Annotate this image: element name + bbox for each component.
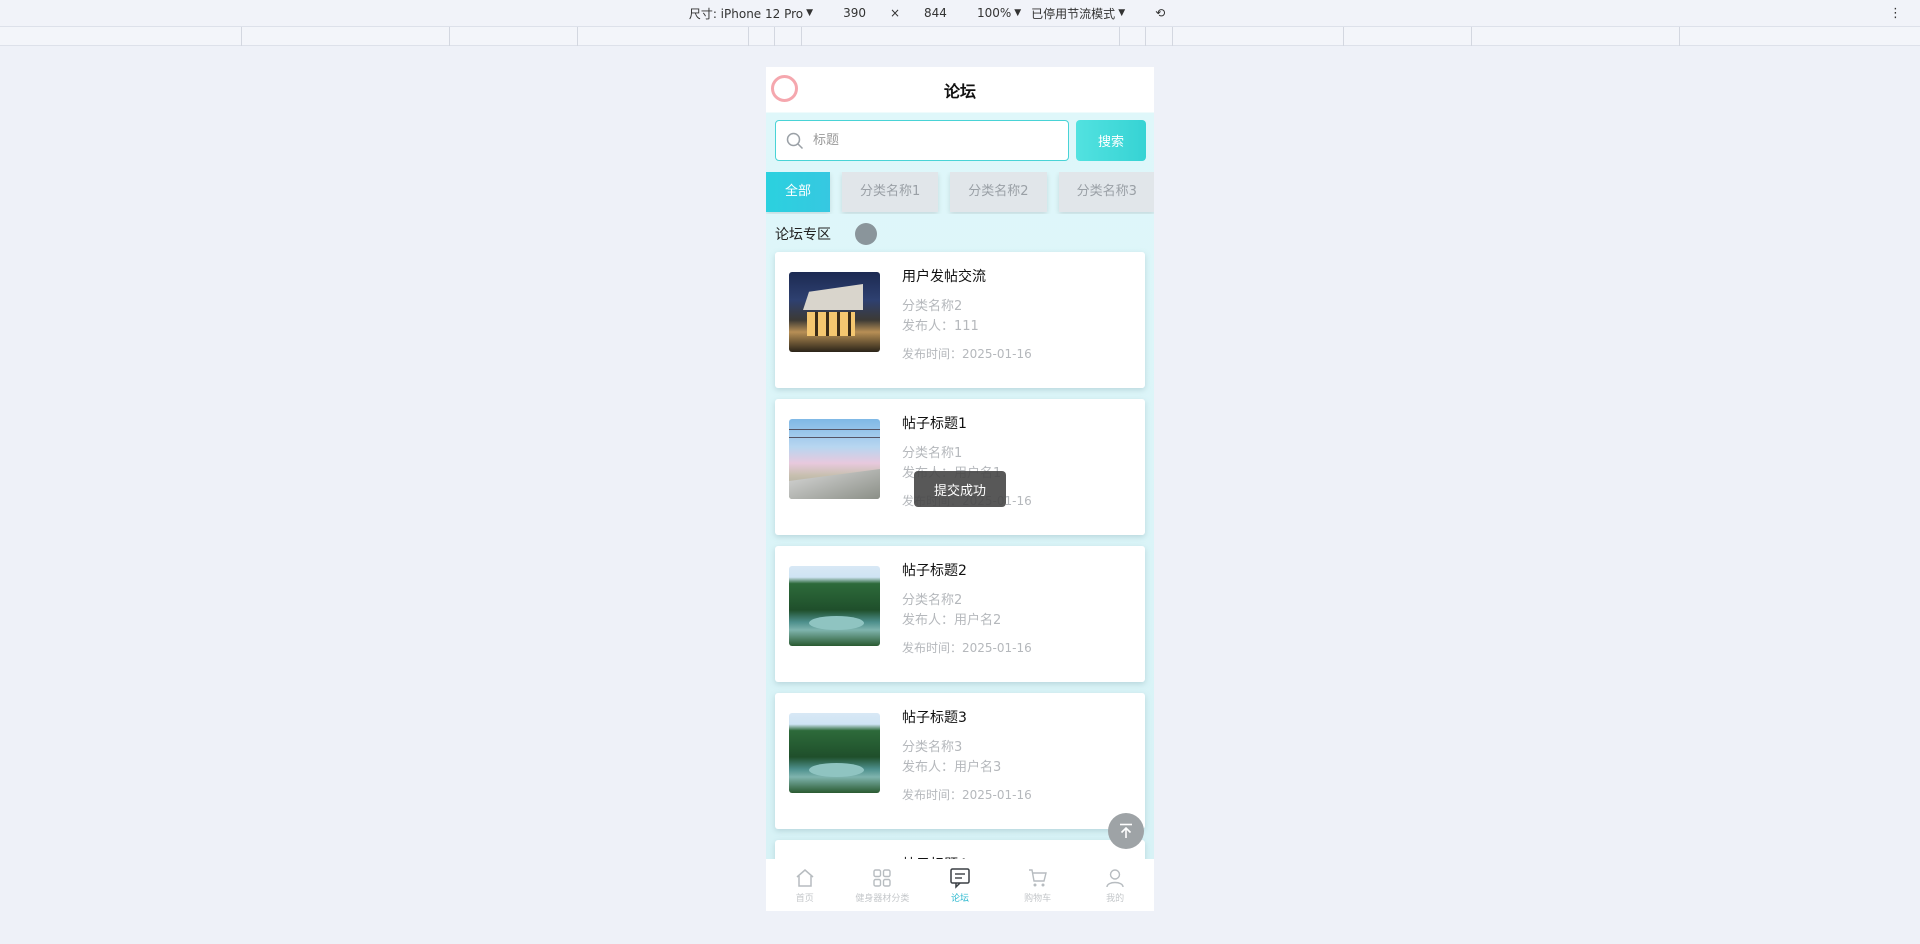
back-to-top-button[interactable]: [1108, 813, 1144, 849]
page-header: 论坛: [766, 67, 1154, 112]
width-field[interactable]: 390: [843, 6, 866, 20]
post-time: 发布时间：2025-01-16: [902, 347, 1032, 361]
device-selector[interactable]: 尺寸: iPhone 12 Pro ▼: [689, 5, 813, 22]
post-thumbnail: [789, 713, 880, 793]
post-time: 发布时间：2025-01-16: [902, 788, 1032, 802]
post-card[interactable]: 用户发帖交流 分类名称2 发布人：111 发布时间：2025-01-16: [775, 252, 1145, 388]
tab-home[interactable]: 首页: [766, 859, 844, 911]
times-sign: ×: [889, 6, 901, 20]
zoom-selector[interactable]: 100% ▼: [977, 6, 1021, 20]
user-icon: [1104, 867, 1126, 889]
category-tabs: 全部 分类名称1 分类名称2 分类名称3: [766, 172, 1154, 214]
category-tab-3[interactable]: 分类名称3: [1058, 172, 1154, 212]
category-tab-1[interactable]: 分类名称1: [842, 172, 939, 212]
post-title: 用户发帖交流: [902, 269, 986, 285]
category-tab-2[interactable]: 分类名称2: [950, 172, 1047, 212]
home-icon: [794, 867, 816, 889]
post-thumbnail: [789, 566, 880, 646]
search-button[interactable]: 搜索: [1076, 120, 1146, 161]
tab-label: 健身器材分类: [855, 893, 910, 904]
rotate-icon[interactable]: ⟲: [1155, 6, 1165, 20]
post-time: 发布时间：2025-01-16: [902, 641, 1032, 655]
post-author: 发布人：111: [902, 319, 979, 334]
post-thumbnail: [789, 419, 880, 499]
media-query-ruler: [0, 27, 1920, 46]
zoom-label: 100%: [976, 6, 1012, 20]
arrow-up-icon: [1120, 823, 1132, 838]
post-card[interactable]: 帖子标题3 分类名称3 发布人：用户名3 发布时间：2025-01-16: [775, 693, 1145, 829]
throttle-selector[interactable]: 已停用节流模式 ▼: [1031, 5, 1125, 22]
post-thumbnail: [789, 272, 880, 352]
devtools-toolbar: 尺寸: iPhone 12 Pro ▼ 390 × 844 100% ▼ 已停用…: [0, 0, 1920, 27]
loading-ring-icon: [771, 75, 798, 102]
tab-forum[interactable]: 论坛: [921, 859, 999, 911]
tab-profile[interactable]: 我的: [1076, 859, 1154, 911]
tab-cart[interactable]: 购物车: [999, 859, 1077, 911]
tab-label: 首页: [795, 893, 814, 904]
post-category: 分类名称1: [902, 446, 963, 461]
search-icon: [786, 132, 804, 149]
post-title: 帖子标题1: [902, 416, 967, 432]
chevron-down-icon: ▼: [1118, 8, 1126, 18]
post-card[interactable]: 帖子标题2 分类名称2 发布人：用户名2 发布时间：2025-01-16: [775, 546, 1145, 682]
height-field[interactable]: 844: [924, 6, 947, 20]
post-author: 发布人：用户名3: [902, 760, 1002, 775]
cart-icon: [1027, 867, 1049, 889]
tab-label: 我的: [1106, 893, 1125, 904]
device-label: 尺寸: iPhone 12 Pro: [688, 6, 804, 21]
category-tab-all[interactable]: 全部: [766, 172, 831, 212]
post-category: 分类名称3: [902, 740, 963, 755]
search-input[interactable]: [813, 133, 1033, 148]
post-card[interactable]: 帖子标题1 分类名称1 发布人：用户名1 发布时间：2025-01-16: [775, 399, 1145, 535]
post-category: 分类名称2: [902, 299, 963, 314]
grid-icon: [871, 867, 893, 889]
throttle-label: 已停用节流模式: [1031, 6, 1116, 21]
tab-label: 购物车: [1024, 893, 1052, 904]
post-title: 帖子标题2: [902, 563, 967, 579]
page-title: 论坛: [943, 81, 976, 101]
section-title: 论坛专区: [775, 227, 831, 243]
chevron-down-icon: ▼: [806, 8, 814, 18]
touch-indicator: [855, 223, 877, 245]
search-box: [775, 120, 1069, 161]
tab-label: 论坛: [950, 893, 969, 904]
toast-message: 提交成功: [914, 471, 1006, 507]
chevron-down-icon: ▼: [1014, 8, 1022, 18]
post-author: 发布人：用户名2: [902, 613, 1002, 628]
post-title: 帖子标题3: [902, 710, 967, 726]
more-icon[interactable]: ⋮: [1889, 6, 1902, 21]
tab-categories[interactable]: 健身器材分类: [844, 859, 922, 911]
bottom-tabbar: 首页 健身器材分类 论坛 购物车 我的: [766, 859, 1154, 911]
section-header: 论坛专区: [775, 223, 877, 245]
chat-icon: [949, 867, 971, 889]
search-bar: 搜索: [775, 120, 1146, 161]
post-category: 分类名称2: [902, 593, 963, 608]
